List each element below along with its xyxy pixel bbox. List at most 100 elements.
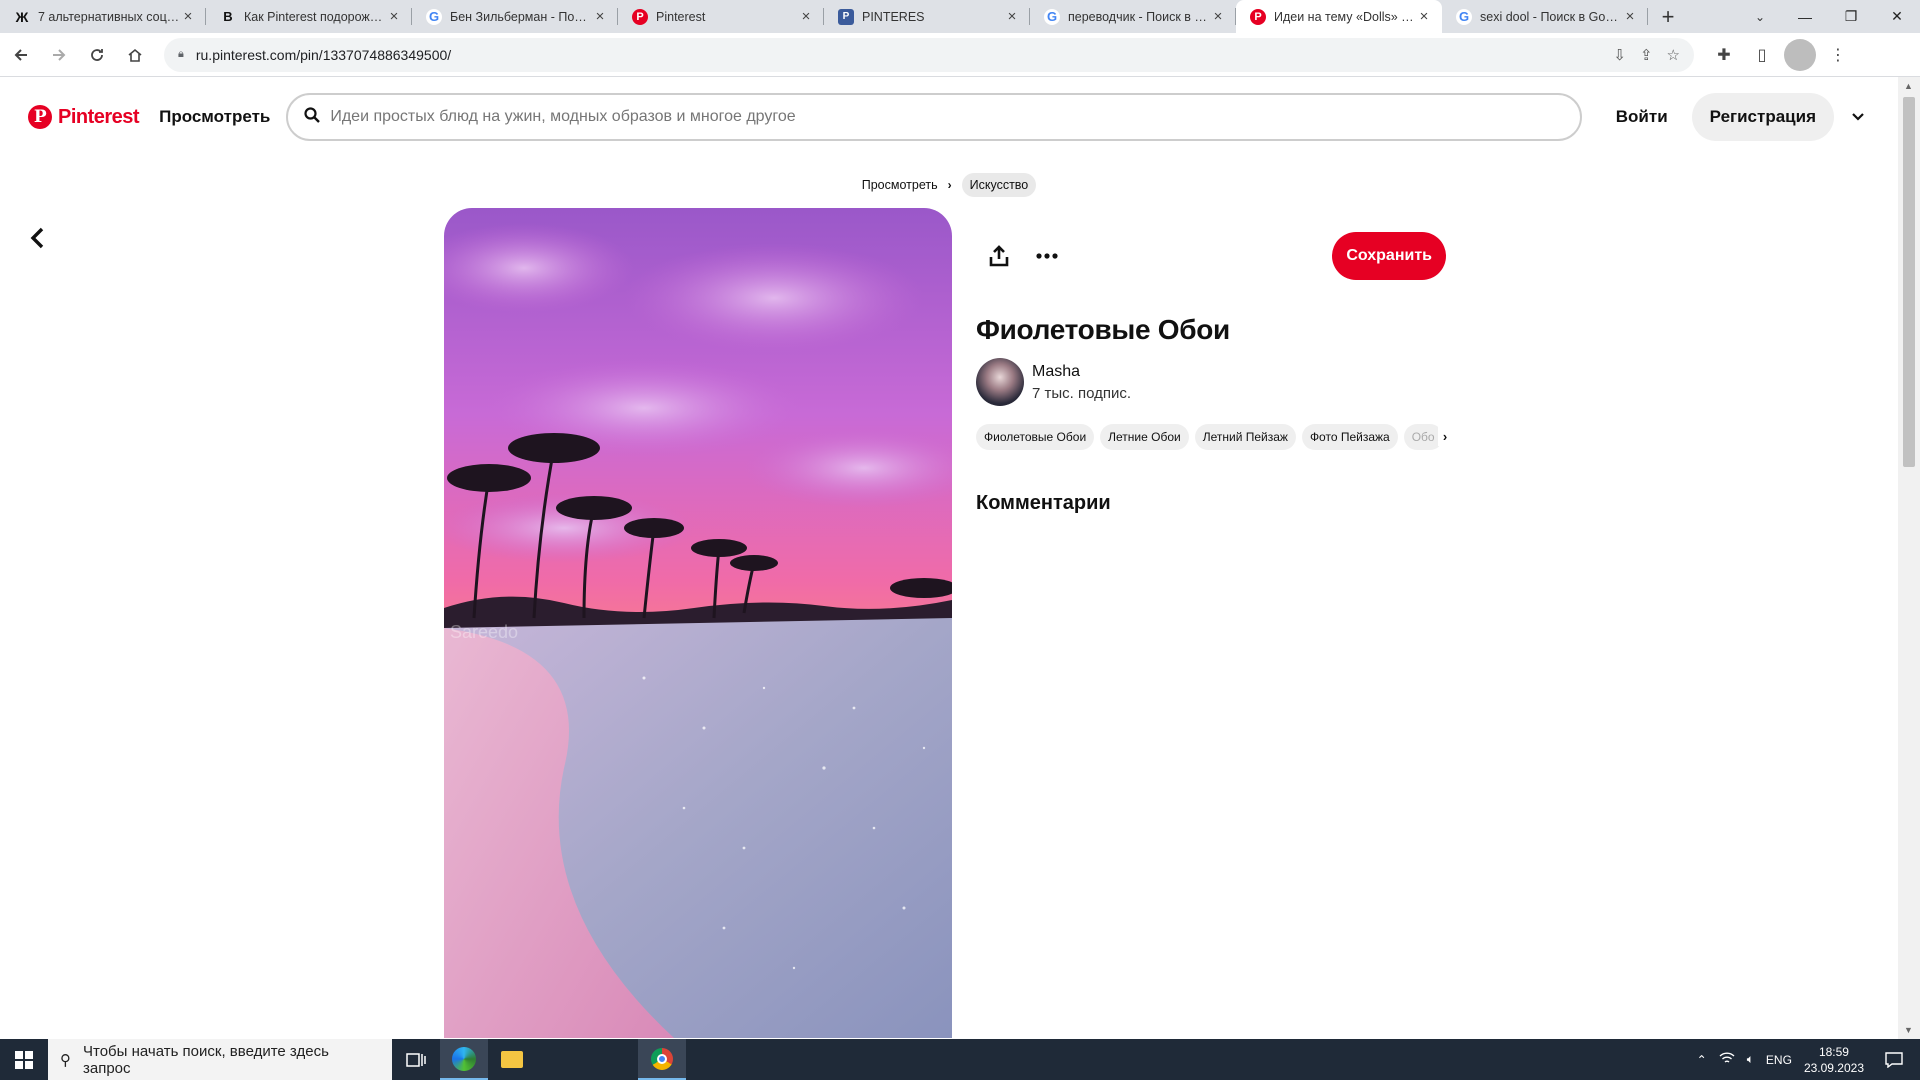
page-scrollbar[interactable]: ▲ ▼	[1898, 77, 1920, 1039]
browser-tab[interactable]: P PINTERES ×	[824, 0, 1030, 33]
tab-title: Как Pinterest подорожал и	[244, 9, 386, 24]
window-controls: — ❐ ✕	[1782, 0, 1920, 33]
language-indicator[interactable]: ENG	[1766, 1053, 1792, 1067]
login-button[interactable]: Войти	[1606, 107, 1678, 127]
extensions-puzzle-icon[interactable]: ✚	[1708, 39, 1740, 71]
tab-list: Ж7 альтернативных соцсетей×ВКак Pinteres…	[0, 0, 1648, 33]
explore-link[interactable]: Просмотреть	[159, 107, 270, 127]
back-button[interactable]	[4, 38, 38, 72]
taskbar-search-input[interactable]: ⚲ Чтобы начать поиск, введите здесь запр…	[48, 1039, 392, 1080]
wifi-icon[interactable]	[1719, 1051, 1735, 1068]
tab-favicon-icon: Ж	[15, 8, 29, 25]
url-field[interactable]: 🔒︎ ru.pinterest.com/pin/1337074886349500…	[164, 37, 1694, 72]
browser-tab[interactable]: Gпереводчик - Поиск в Goo ×	[1030, 0, 1236, 33]
pin-title: Фиолетовые Обои	[976, 314, 1230, 345]
profile-button[interactable]	[1784, 38, 1816, 71]
tag-chip[interactable]: Летний Пейзаж	[1194, 424, 1296, 450]
close-window-button[interactable]: ✕	[1874, 0, 1920, 33]
browser-tab[interactable]: Ж 7 альтернативных соцсетей×	[0, 0, 206, 33]
home-icon	[128, 48, 142, 62]
search-input[interactable]: Идеи простых блюд на ужин, модных образо…	[286, 93, 1582, 141]
profile-avatar	[1784, 38, 1816, 71]
arrow-right-icon	[53, 48, 66, 61]
task-view-icon	[406, 1052, 426, 1067]
chevron-down-icon[interactable]	[1846, 105, 1870, 129]
install-app-icon[interactable]: ⇩	[1613, 46, 1626, 64]
chevron-up-icon[interactable]: ⌃	[1697, 1053, 1707, 1067]
tag-chip[interactable]: Обо	[1403, 424, 1443, 450]
author-followers: 7 тыс. подпис.	[1032, 384, 1132, 402]
tab-close-icon[interactable]: ×	[1210, 8, 1226, 25]
notification-icon[interactable]	[1876, 1039, 1912, 1080]
tag-chip[interactable]: Летние Обои	[1100, 424, 1189, 450]
lock-icon: 🔒︎	[178, 48, 184, 60]
search-icon: ⚲	[60, 1051, 71, 1069]
tab-close-icon[interactable]: ×	[1416, 8, 1432, 25]
bookmark-star-icon[interactable]: ☆	[1667, 46, 1680, 64]
tab-close-icon[interactable]: ×	[1004, 8, 1020, 25]
pin-actions: Сохранить	[976, 208, 1452, 304]
tab-title: 7 альтернативных соцсетей	[38, 9, 180, 24]
tab-title: Идеи на тему «Dolls» (81)	[1274, 9, 1416, 24]
home-button[interactable]	[118, 38, 152, 72]
minimize-button[interactable]: —	[1782, 0, 1828, 33]
scrollbar-thumb[interactable]	[1903, 97, 1915, 467]
start-button[interactable]	[0, 1039, 48, 1080]
share-icon[interactable]: ⇪	[1640, 46, 1653, 64]
tab-close-icon[interactable]: ×	[798, 8, 814, 25]
beach-sunset-image: Sareedo	[444, 208, 952, 1038]
image-watermark: Sareedo	[450, 622, 518, 642]
restore-button[interactable]: ❐	[1828, 0, 1874, 33]
scroll-up-arrow-icon[interactable]: ▲	[1904, 81, 1913, 91]
clock-time: 18:59	[1818, 1044, 1849, 1059]
author-block[interactable]: Masha 7 тыс. подпис.	[976, 358, 1452, 406]
arrow-left-icon	[14, 48, 27, 61]
pin-details: Сохранить Фиолетовые Обои Masha 7 тыс. п…	[976, 208, 1452, 515]
share-button[interactable]	[976, 233, 1022, 279]
tag-list: Фиолетовые Обои Летние Обои Летний Пейзаж Ф…	[976, 424, 1452, 450]
taskbar-edge[interactable]	[440, 1039, 488, 1080]
clock[interactable]: 18:59 23.09.2023	[1804, 1044, 1864, 1076]
new-tab-button[interactable]: +	[1648, 0, 1688, 33]
tab-favicon-icon: G	[1044, 8, 1060, 25]
reload-button[interactable]	[80, 38, 114, 72]
scroll-down-arrow-icon[interactable]: ▼	[1904, 1025, 1913, 1035]
author-avatar[interactable]	[976, 358, 1024, 406]
breadcrumb-explore[interactable]: Просмотреть	[862, 178, 938, 192]
tab-search-button[interactable]: ⌄	[1740, 0, 1780, 33]
search-icon	[304, 106, 321, 128]
pinterest-logo[interactable]: P Pinterest	[28, 105, 140, 129]
kebab-menu-icon[interactable]: ⋮	[1822, 39, 1854, 71]
browser-tab[interactable]: В Как Pinterest подорожал и ×	[206, 0, 412, 33]
signup-button[interactable]: Регистрация	[1691, 93, 1834, 141]
more-options-button[interactable]	[1024, 233, 1070, 279]
reload-icon	[91, 48, 103, 61]
tab-favicon-icon: В	[223, 9, 233, 24]
tag-chip[interactable]: Фото Пейзажа	[1301, 424, 1398, 450]
browser-tab[interactable]: P Идеи на тему «Dolls» (81) ×	[1236, 0, 1442, 33]
back-arrow-icon[interactable]	[22, 223, 52, 253]
browser-tab[interactable]: G Бен Зильберман - Поиск ×	[412, 0, 618, 33]
tab-close-icon[interactable]: ×	[592, 8, 608, 25]
tab-favicon-icon: P	[838, 8, 854, 25]
chevron-right-icon[interactable]: ›	[1438, 426, 1452, 446]
tab-title: PINTERES	[862, 9, 925, 24]
tab-title: Бен Зильберман - Поиск	[450, 9, 592, 24]
tab-close-icon[interactable]: ×	[180, 8, 196, 25]
task-view-button[interactable]	[392, 1039, 440, 1080]
taskbar-search-placeholder: Чтобы начать поиск, введите здесь запрос	[83, 1042, 329, 1077]
author-name[interactable]: Masha	[1032, 363, 1131, 381]
tag-chip[interactable]: Фиолетовые Обои	[976, 424, 1095, 450]
taskbar-file-explorer[interactable]	[488, 1039, 536, 1080]
pin-image[interactable]: Sareedo	[444, 208, 952, 1038]
breadcrumb-category[interactable]: Искусство	[961, 173, 1037, 197]
speaker-icon[interactable]: 🔈︎	[1747, 1052, 1754, 1067]
tab-close-icon[interactable]: ×	[1622, 8, 1638, 25]
tab-close-icon[interactable]: ×	[386, 8, 402, 25]
side-panel-icon[interactable]: ▯	[1746, 39, 1778, 71]
forward-button[interactable]	[42, 38, 76, 72]
browser-tab[interactable]: P Pinterest ×	[618, 0, 824, 33]
browser-tab[interactable]: Gsexi dool - Поиск в Google ×	[1442, 0, 1648, 33]
taskbar-chrome[interactable]	[638, 1039, 686, 1080]
save-button[interactable]: Сохранить	[1332, 232, 1446, 280]
